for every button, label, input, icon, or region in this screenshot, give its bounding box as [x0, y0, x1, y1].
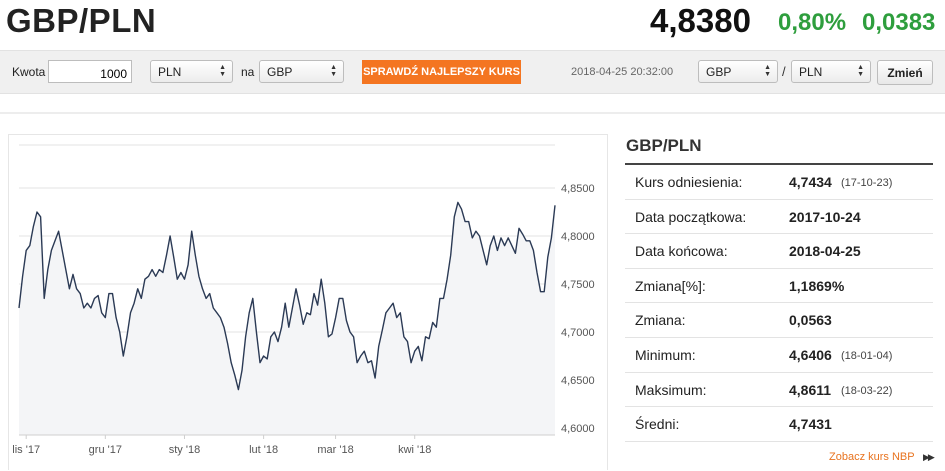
stat-label: Maksimum: [635, 381, 707, 398]
quote-currency-select[interactable]: PLN ▲ ▼ [791, 60, 871, 83]
stat-label: Zmiana: [635, 312, 686, 329]
stat-value: 4,7434 [789, 174, 832, 190]
stat-row: Średni: 4,7431 [625, 407, 933, 442]
to-currency-select[interactable]: GBP ▲ ▼ [259, 60, 344, 83]
from-currency-select[interactable]: PLN ▲ ▼ [150, 60, 233, 83]
base-currency-select[interactable]: GBP ▲ ▼ [698, 60, 778, 83]
stats-title: GBP/PLN [626, 136, 702, 155]
check-best-rate-button[interactable]: SPRAWDŹ NAJLEPSZY KURS [362, 60, 521, 84]
stat-label: Zmiana[%]: [635, 277, 706, 294]
stat-date: (18-01-04) [841, 349, 893, 362]
x-tick-label: mar '18 [317, 444, 353, 456]
pair-separator: / [782, 64, 786, 79]
timestamp: 2018-04-25 20:32:00 [571, 66, 674, 78]
stat-value: 1,1869% [789, 277, 845, 294]
y-tick-label: 4,8500 [561, 183, 595, 195]
x-tick-label: kwi '18 [398, 444, 431, 456]
y-tick-label: 4,7000 [561, 327, 595, 339]
to-label: na [241, 65, 255, 79]
header: GBP/PLN 4,8380 0,80% 0,0383 [0, 0, 945, 48]
change-absolute: 0,0383 [862, 9, 936, 36]
stat-value: 2017-10-24 [789, 208, 861, 225]
amount-label: Kwota [12, 65, 46, 79]
converter-toolbar: Kwota PLN ▲▼ na GBP ▲▼ SPRAWDŹ NAJLEPSZY… [0, 50, 945, 94]
stat-label: Minimum: [635, 346, 696, 363]
change-pair-button[interactable]: Zmień [877, 60, 933, 85]
up-down-chevron-icon: ▲ ▼ [857, 64, 864, 78]
stat-row: Data końcowa: 2018-04-25 [625, 234, 933, 269]
stat-row: Data początkowa: 2017-10-24 [625, 200, 933, 235]
x-tick-label: sty '18 [169, 444, 200, 456]
rate-chart: 4,6000 4,6500 4,7000 4,7500 4,8000 4,8500 lis … [8, 134, 608, 470]
stat-value: 4,8611 [789, 381, 832, 398]
nbp-rate-link[interactable]: Zobacz kurs NBP [829, 451, 915, 463]
stat-value: 4,6406 [789, 346, 832, 363]
up-down-chevron-icon: ▲ ▼ [219, 64, 226, 78]
current-rate: 4,8380 [650, 2, 751, 39]
stat-row: Minimum: 4,6406 (18-01-04) [625, 338, 933, 373]
stat-value: 0,0563 [789, 312, 832, 329]
stat-label: Kurs odniesienia: [635, 174, 743, 190]
change-percent: 0,80% [778, 9, 847, 36]
stat-row: Kurs odniesienia: 4,7434 (17-10-23) [625, 165, 933, 200]
stat-row: Maksimum: 4,8611 (18-03-22) [625, 373, 933, 408]
section-divider [0, 112, 945, 114]
x-tick-label: lut '18 [249, 444, 278, 456]
stat-label: Średni: [635, 416, 680, 433]
double-triangle-right-icon: ▶▶ [923, 452, 935, 462]
base-currency-value: GBP [706, 65, 732, 79]
stat-value: 4,7431 [789, 416, 832, 433]
stat-date: (17-10-23) [841, 177, 893, 189]
stat-value: 2018-04-25 [789, 243, 861, 260]
stat-row: Zmiana[%]: 1,1869% [625, 269, 933, 304]
stat-label: Data końcowa: [635, 243, 728, 260]
from-currency-value: PLN [158, 65, 182, 79]
x-tick-label: lis '17 [12, 444, 40, 456]
stats-table: Kurs odniesienia: 4,7434 (17-10-23) Data po… [625, 165, 933, 442]
y-tick-label: 4,6500 [561, 375, 595, 387]
stat-label: Data początkowa: [635, 208, 747, 225]
pair-title: GBP/PLN [6, 2, 157, 39]
stat-date: (18-03-22) [841, 384, 893, 397]
y-tick-label: 4,7500 [561, 279, 595, 291]
stat-row: Zmiana: 0,0563 [625, 303, 933, 338]
rate-chart-svg: 4,6000 4,6500 4,7000 4,7500 4,8000 4,8500 lis … [12, 144, 595, 456]
quote-currency-value: PLN [799, 65, 823, 79]
y-tick-label: 4,8000 [561, 231, 595, 243]
up-down-chevron-icon: ▲ ▼ [330, 64, 337, 78]
amount-input[interactable] [48, 60, 132, 83]
x-tick-label: gru '17 [89, 444, 122, 456]
y-tick-label: 4,6000 [561, 423, 595, 435]
to-currency-value: GBP [267, 65, 293, 79]
up-down-chevron-icon: ▲ ▼ [764, 64, 771, 78]
